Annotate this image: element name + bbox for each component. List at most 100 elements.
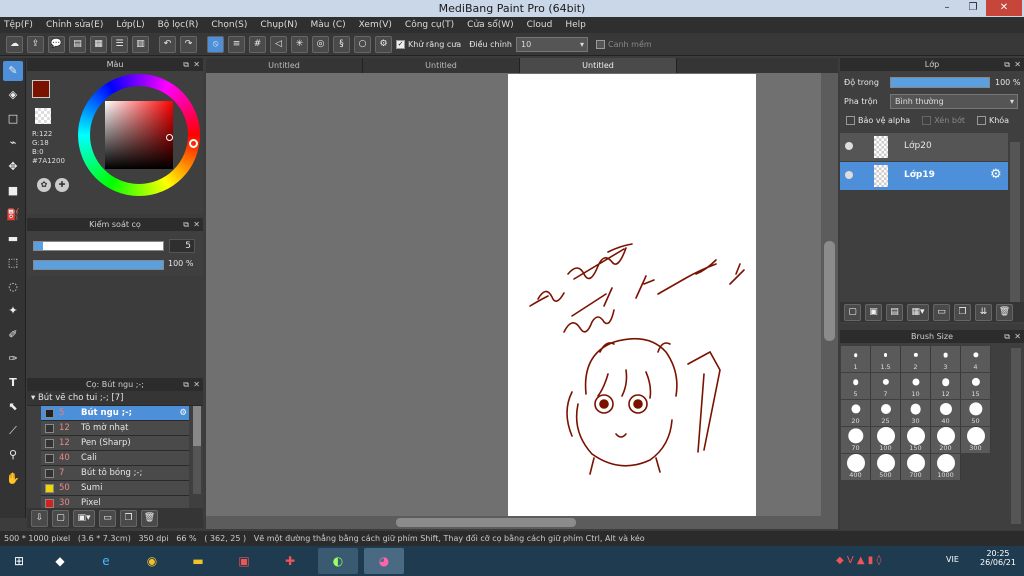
page-icon[interactable]: ▦ — [90, 35, 107, 53]
duplicate-layer-icon[interactable]: ❐ — [954, 303, 971, 321]
close-icon[interactable]: ✕ — [1014, 330, 1021, 343]
brush-size-field[interactable]: 5 — [169, 239, 195, 253]
brush-size-cell[interactable]: 5 — [841, 373, 871, 399]
protect-alpha-checkbox[interactable] — [846, 116, 855, 125]
new-halftone-layer-icon[interactable]: ▣ — [865, 303, 882, 321]
brush-size-scrollbar[interactable] — [1011, 348, 1021, 524]
tab-document-3[interactable]: Untitled — [520, 58, 677, 73]
select-eraser-tool-icon[interactable]: ✑ — [3, 349, 23, 369]
minimize-button[interactable]: – — [936, 0, 958, 16]
clock[interactable]: 20:25 26/06/21 — [978, 549, 1018, 567]
brush-list-item[interactable]: 12 Tô mờ nhạt — [41, 421, 189, 436]
canvas-paper[interactable] — [508, 74, 756, 516]
brush-size-cell[interactable]: 3 — [931, 346, 961, 372]
brush-size-cell[interactable]: 15 — [961, 373, 991, 399]
undock-icon[interactable]: ⧉ — [183, 58, 189, 71]
primary-color-swatch[interactable] — [32, 80, 50, 98]
new-layer-icon[interactable]: ▢ — [844, 303, 861, 321]
brush-size-cell[interactable]: 1000 — [931, 454, 961, 480]
app-icon-ie[interactable]: e — [86, 548, 126, 574]
snap-ellipse-icon[interactable]: ○ — [354, 35, 371, 53]
close-icon[interactable]: ✕ — [193, 378, 200, 391]
brush-list-item[interactable]: 12 Pen (Sharp) — [41, 436, 189, 451]
layer-row-selected[interactable]: Lớp19 ⚙ — [840, 162, 1008, 190]
move-tool-icon[interactable]: ✥ — [3, 157, 23, 177]
app-icon-camtasia[interactable]: ◐ — [318, 548, 358, 574]
add-brush-menu-icon[interactable]: ▣▾ — [73, 509, 95, 527]
operation-tool-icon[interactable]: ⬉ — [3, 397, 23, 417]
snap-circle-icon[interactable]: ◎ — [312, 35, 329, 53]
eye-icon[interactable] — [845, 142, 853, 150]
menu-layer[interactable]: Lớp(L) — [116, 20, 144, 30]
gear-icon[interactable]: ⚙ — [179, 406, 187, 421]
undock-icon[interactable]: ⧉ — [1004, 58, 1010, 71]
select-tool-icon[interactable]: ⬚ — [3, 253, 23, 273]
language-indicator[interactable]: VIE — [946, 555, 959, 564]
menu-help[interactable]: Help — [565, 20, 586, 30]
gear-icon[interactable]: ⚙ — [990, 167, 1002, 182]
snap-vanishing-icon[interactable]: ◁ — [270, 35, 287, 53]
layer-row[interactable]: Lớp20 — [840, 133, 1008, 161]
brush-group-header[interactable]: ▾ Bút vẽ cho tui ;-; [7] — [27, 391, 203, 406]
tab-document-1[interactable]: Untitled — [206, 58, 363, 73]
brush-size-cell[interactable]: 25 — [871, 400, 901, 426]
brush-opacity-slider[interactable] — [33, 260, 164, 270]
brush-size-cell[interactable]: 40 — [931, 400, 961, 426]
magic-wand-tool-icon[interactable]: ✦ — [3, 301, 23, 321]
menu-cloud[interactable]: Cloud — [527, 20, 553, 30]
new-8bit-layer-icon[interactable]: ▤ — [886, 303, 903, 321]
snap-radial-icon[interactable]: ✳ — [291, 35, 308, 53]
undock-icon[interactable]: ⧉ — [183, 378, 189, 391]
transparent-swatch[interactable] — [35, 108, 51, 124]
layer-folder-icon[interactable]: ▭ — [933, 303, 950, 321]
brush-list-item[interactable]: 50 Sumi — [41, 481, 189, 496]
undock-icon[interactable]: ⧉ — [183, 218, 189, 231]
brush-size-cell[interactable]: 10 — [901, 373, 931, 399]
brush-size-cell[interactable]: 4 — [961, 346, 991, 372]
brush-size-cell[interactable]: 12 — [931, 373, 961, 399]
hand-tool-icon[interactable]: ✋ — [3, 469, 23, 489]
brush-size-cell[interactable]: 20 — [841, 400, 871, 426]
brush-size-cell[interactable]: 400 — [841, 454, 871, 480]
brush-size-cell[interactable]: 50 — [961, 400, 991, 426]
vertical-scrollbar[interactable] — [821, 73, 838, 516]
comic-icon[interactable]: ▤ — [69, 35, 86, 53]
snap-cross-icon[interactable]: # — [249, 35, 266, 53]
brush-size-cell[interactable]: 1.5 — [871, 346, 901, 372]
maximize-button[interactable]: ❐ — [962, 0, 984, 16]
saturation-value-square[interactable] — [105, 101, 173, 169]
brush-size-cell[interactable]: 30 — [901, 400, 931, 426]
menu-edit[interactable]: Chỉnh sửa(E) — [46, 20, 103, 30]
app-icon-medibang[interactable]: ◕ — [364, 548, 404, 574]
add-layer-menu-icon[interactable]: ▦▾ — [907, 303, 929, 321]
redo-icon[interactable]: ↷ — [180, 35, 197, 53]
smooth-checkbox[interactable] — [595, 39, 605, 49]
menu-select[interactable]: Chọn(S) — [211, 20, 247, 30]
menu-window[interactable]: Cửa sổ(W) — [467, 20, 513, 30]
menu-snap[interactable]: Chụp(N) — [260, 20, 297, 30]
copy-brush-icon[interactable]: ❐ — [120, 509, 137, 527]
lock-checkbox[interactable] — [976, 116, 986, 125]
eyedropper-tool-icon[interactable]: ⚲ — [3, 445, 23, 465]
undo-icon[interactable]: ↶ — [159, 35, 176, 53]
horizontal-scrollbar[interactable] — [206, 516, 838, 529]
sv-cursor[interactable] — [166, 134, 173, 141]
tray-icons[interactable]: ◆ V ▲ ▮ ◊ — [836, 555, 881, 566]
brush-size-slider[interactable] — [33, 241, 164, 251]
list-icon[interactable]: ☰ — [111, 35, 128, 53]
blend-mode-select[interactable]: Bình thường ▾ — [890, 94, 1018, 109]
brush-size-cell[interactable]: 700 — [901, 454, 931, 480]
close-button[interactable]: ✕ — [986, 0, 1022, 16]
layer-scrollbar[interactable] — [1010, 142, 1020, 302]
grid-icon[interactable]: ▥ — [132, 35, 149, 53]
brush-size-cell[interactable]: 200 — [931, 427, 961, 453]
canvas-area[interactable] — [206, 73, 838, 516]
comment-icon[interactable]: 💬 — [48, 35, 65, 53]
menu-file[interactable]: Tệp(F) — [4, 20, 33, 30]
tab-document-2[interactable]: Untitled — [363, 58, 520, 73]
brush-size-cell[interactable]: 300 — [961, 427, 991, 453]
divide-tool-icon[interactable]: ⟋ — [3, 421, 23, 441]
close-icon[interactable]: ✕ — [193, 218, 200, 231]
fill-brush-tool-icon[interactable]: ⌁ — [3, 133, 23, 153]
close-icon[interactable]: ✕ — [193, 58, 200, 71]
